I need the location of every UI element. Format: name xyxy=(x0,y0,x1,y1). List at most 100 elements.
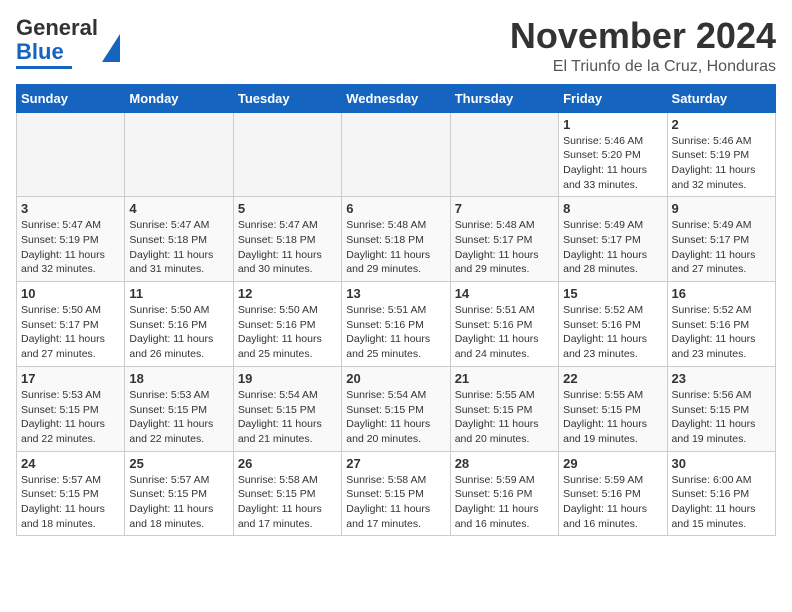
day-number: 30 xyxy=(672,456,771,471)
day-number: 5 xyxy=(238,201,337,216)
day-info: Sunrise: 5:52 AM Sunset: 5:16 PM Dayligh… xyxy=(563,303,662,362)
calendar-cell: 30 Sunrise: 6:00 AM Sunset: 5:16 PM Dayli… xyxy=(667,451,775,536)
title-section: November 2024 El Triunfo de la Cruz, Hon… xyxy=(510,16,776,76)
weekday-header-thursday: Thursday xyxy=(450,84,558,112)
calendar-cell: 10Sunrise: 5:50 AM Sunset: 5:17 PM Dayli… xyxy=(17,282,125,367)
day-info: Sunrise: 5:50 AM Sunset: 5:17 PM Dayligh… xyxy=(21,303,120,362)
day-info: Sunrise: 5:55 AM Sunset: 5:15 PM Dayligh… xyxy=(455,388,554,447)
month-title: November 2024 xyxy=(510,16,776,56)
calendar-cell: 2 Sunrise: 5:46 AM Sunset: 5:19 PM Daylig… xyxy=(667,112,775,197)
day-number: 6 xyxy=(346,201,445,216)
day-number: 15 xyxy=(563,286,662,301)
day-number: 17 xyxy=(21,371,120,386)
calendar-cell: 21 Sunrise: 5:55 AM Sunset: 5:15 PM Dayli… xyxy=(450,366,558,451)
calendar-cell: 28 Sunrise: 5:59 AM Sunset: 5:16 PM Dayli… xyxy=(450,451,558,536)
day-number: 19 xyxy=(238,371,337,386)
day-info: Sunrise: 5:49 AM Sunset: 5:17 PM Dayligh… xyxy=(672,218,771,277)
weekday-header-wednesday: Wednesday xyxy=(342,84,450,112)
week-row-3: 10Sunrise: 5:50 AM Sunset: 5:17 PM Dayli… xyxy=(17,282,776,367)
calendar-cell: 3 Sunrise: 5:47 AM Sunset: 5:19 PM Daylig… xyxy=(17,197,125,282)
day-number: 12 xyxy=(238,286,337,301)
calendar-cell: 26 Sunrise: 5:58 AM Sunset: 5:15 PM Dayli… xyxy=(233,451,341,536)
day-info: Sunrise: 5:47 AM Sunset: 5:18 PM Dayligh… xyxy=(238,218,337,277)
weekday-header-tuesday: Tuesday xyxy=(233,84,341,112)
calendar-cell: 20Sunrise: 5:54 AM Sunset: 5:15 PM Dayli… xyxy=(342,366,450,451)
day-number: 11 xyxy=(129,286,228,301)
day-number: 3 xyxy=(21,201,120,216)
day-info: Sunrise: 5:51 AM Sunset: 5:16 PM Dayligh… xyxy=(455,303,554,362)
calendar-cell: 13 Sunrise: 5:51 AM Sunset: 5:16 PM Dayli… xyxy=(342,282,450,367)
day-info: Sunrise: 5:59 AM Sunset: 5:16 PM Dayligh… xyxy=(563,473,662,532)
day-info: Sunrise: 5:57 AM Sunset: 5:15 PM Dayligh… xyxy=(129,473,228,532)
day-info: Sunrise: 5:46 AM Sunset: 5:19 PM Dayligh… xyxy=(672,134,771,193)
calendar-cell: 22Sunrise: 5:55 AM Sunset: 5:15 PM Dayli… xyxy=(559,366,667,451)
calendar-cell: 25Sunrise: 5:57 AM Sunset: 5:15 PM Dayli… xyxy=(125,451,233,536)
calendar-cell xyxy=(233,112,341,197)
calendar-cell: 15 Sunrise: 5:52 AM Sunset: 5:16 PM Dayli… xyxy=(559,282,667,367)
calendar-cell: 7 Sunrise: 5:48 AM Sunset: 5:17 PM Daylig… xyxy=(450,197,558,282)
day-info: Sunrise: 5:51 AM Sunset: 5:16 PM Dayligh… xyxy=(346,303,445,362)
day-info: Sunrise: 5:56 AM Sunset: 5:15 PM Dayligh… xyxy=(672,388,771,447)
calendar-table: SundayMondayTuesdayWednesdayThursdayFrid… xyxy=(16,84,776,537)
day-number: 14 xyxy=(455,286,554,301)
calendar-cell: 9 Sunrise: 5:49 AM Sunset: 5:17 PM Daylig… xyxy=(667,197,775,282)
calendar-cell: 24 Sunrise: 5:57 AM Sunset: 5:15 PM Dayli… xyxy=(17,451,125,536)
week-row-2: 3 Sunrise: 5:47 AM Sunset: 5:19 PM Daylig… xyxy=(17,197,776,282)
day-number: 16 xyxy=(672,286,771,301)
day-info: Sunrise: 5:48 AM Sunset: 5:18 PM Dayligh… xyxy=(346,218,445,277)
weekday-header-friday: Friday xyxy=(559,84,667,112)
day-info: Sunrise: 5:47 AM Sunset: 5:19 PM Dayligh… xyxy=(21,218,120,277)
day-number: 4 xyxy=(129,201,228,216)
day-info: Sunrise: 5:50 AM Sunset: 5:16 PM Dayligh… xyxy=(129,303,228,362)
day-number: 22 xyxy=(563,371,662,386)
day-number: 26 xyxy=(238,456,337,471)
logo-general: General xyxy=(16,15,98,40)
calendar-cell: 18 Sunrise: 5:53 AM Sunset: 5:15 PM Dayli… xyxy=(125,366,233,451)
day-info: Sunrise: 5:54 AM Sunset: 5:15 PM Dayligh… xyxy=(238,388,337,447)
calendar-cell xyxy=(342,112,450,197)
calendar-cell: 14 Sunrise: 5:51 AM Sunset: 5:16 PM Dayli… xyxy=(450,282,558,367)
calendar-cell: 17 Sunrise: 5:53 AM Sunset: 5:15 PM Dayli… xyxy=(17,366,125,451)
day-info: Sunrise: 6:00 AM Sunset: 5:16 PM Dayligh… xyxy=(672,473,771,532)
day-number: 24 xyxy=(21,456,120,471)
day-number: 18 xyxy=(129,371,228,386)
page-header: General Blue November 2024 El Triunfo de… xyxy=(16,16,776,76)
day-info: Sunrise: 5:58 AM Sunset: 5:15 PM Dayligh… xyxy=(238,473,337,532)
weekday-header-row: SundayMondayTuesdayWednesdayThursdayFrid… xyxy=(17,84,776,112)
logo: General Blue xyxy=(16,16,120,69)
day-number: 21 xyxy=(455,371,554,386)
day-number: 9 xyxy=(672,201,771,216)
day-info: Sunrise: 5:47 AM Sunset: 5:18 PM Dayligh… xyxy=(129,218,228,277)
location-title: El Triunfo de la Cruz, Honduras xyxy=(510,58,776,76)
day-info: Sunrise: 5:59 AM Sunset: 5:16 PM Dayligh… xyxy=(455,473,554,532)
day-number: 28 xyxy=(455,456,554,471)
day-info: Sunrise: 5:54 AM Sunset: 5:15 PM Dayligh… xyxy=(346,388,445,447)
calendar-cell: 11 Sunrise: 5:50 AM Sunset: 5:16 PM Dayli… xyxy=(125,282,233,367)
day-info: Sunrise: 5:53 AM Sunset: 5:15 PM Dayligh… xyxy=(21,388,120,447)
day-number: 23 xyxy=(672,371,771,386)
calendar-cell: 6 Sunrise: 5:48 AM Sunset: 5:18 PM Daylig… xyxy=(342,197,450,282)
day-info: Sunrise: 5:52 AM Sunset: 5:16 PM Dayligh… xyxy=(672,303,771,362)
day-info: Sunrise: 5:49 AM Sunset: 5:17 PM Dayligh… xyxy=(563,218,662,277)
day-number: 29 xyxy=(563,456,662,471)
week-row-1: 1Sunrise: 5:46 AM Sunset: 5:20 PM Daylig… xyxy=(17,112,776,197)
day-info: Sunrise: 5:58 AM Sunset: 5:15 PM Dayligh… xyxy=(346,473,445,532)
calendar-cell xyxy=(450,112,558,197)
calendar-cell: 16 Sunrise: 5:52 AM Sunset: 5:16 PM Dayli… xyxy=(667,282,775,367)
day-number: 7 xyxy=(455,201,554,216)
day-number: 8 xyxy=(563,201,662,216)
weekday-header-saturday: Saturday xyxy=(667,84,775,112)
calendar-cell xyxy=(17,112,125,197)
day-info: Sunrise: 5:57 AM Sunset: 5:15 PM Dayligh… xyxy=(21,473,120,532)
calendar-cell: 5 Sunrise: 5:47 AM Sunset: 5:18 PM Daylig… xyxy=(233,197,341,282)
day-info: Sunrise: 5:46 AM Sunset: 5:20 PM Dayligh… xyxy=(563,134,662,193)
day-number: 2 xyxy=(672,117,771,132)
day-info: Sunrise: 5:48 AM Sunset: 5:17 PM Dayligh… xyxy=(455,218,554,277)
calendar-cell: 8 Sunrise: 5:49 AM Sunset: 5:17 PM Daylig… xyxy=(559,197,667,282)
weekday-header-sunday: Sunday xyxy=(17,84,125,112)
calendar-cell: 27Sunrise: 5:58 AM Sunset: 5:15 PM Dayli… xyxy=(342,451,450,536)
day-number: 13 xyxy=(346,286,445,301)
logo-triangle-icon xyxy=(102,34,120,62)
logo-blue: Blue xyxy=(16,39,64,64)
day-info: Sunrise: 5:53 AM Sunset: 5:15 PM Dayligh… xyxy=(129,388,228,447)
